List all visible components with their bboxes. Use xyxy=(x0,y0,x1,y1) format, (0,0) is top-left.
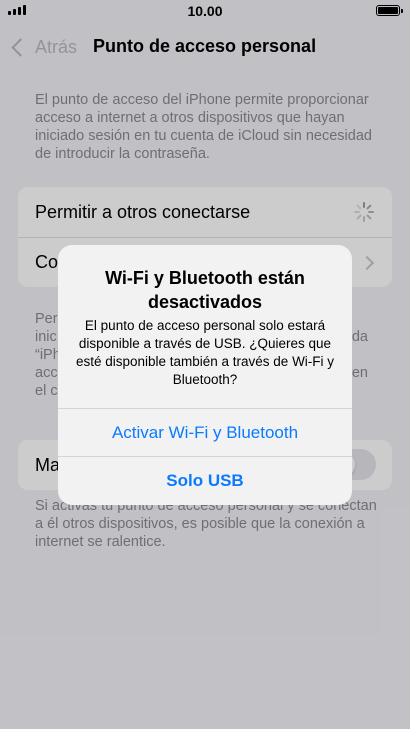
alert-message: El punto de acceso personal solo estará … xyxy=(75,318,335,387)
enable-wifi-bluetooth-button[interactable]: Activar Wi-Fi y Bluetooth xyxy=(58,408,352,456)
wifi-bluetooth-alert: Wi-Fi y Bluetooth están desactivados El … xyxy=(58,245,352,505)
usb-only-button[interactable]: Solo USB xyxy=(58,456,352,504)
alert-title: Wi-Fi y Bluetooth están desactivados xyxy=(105,268,305,312)
